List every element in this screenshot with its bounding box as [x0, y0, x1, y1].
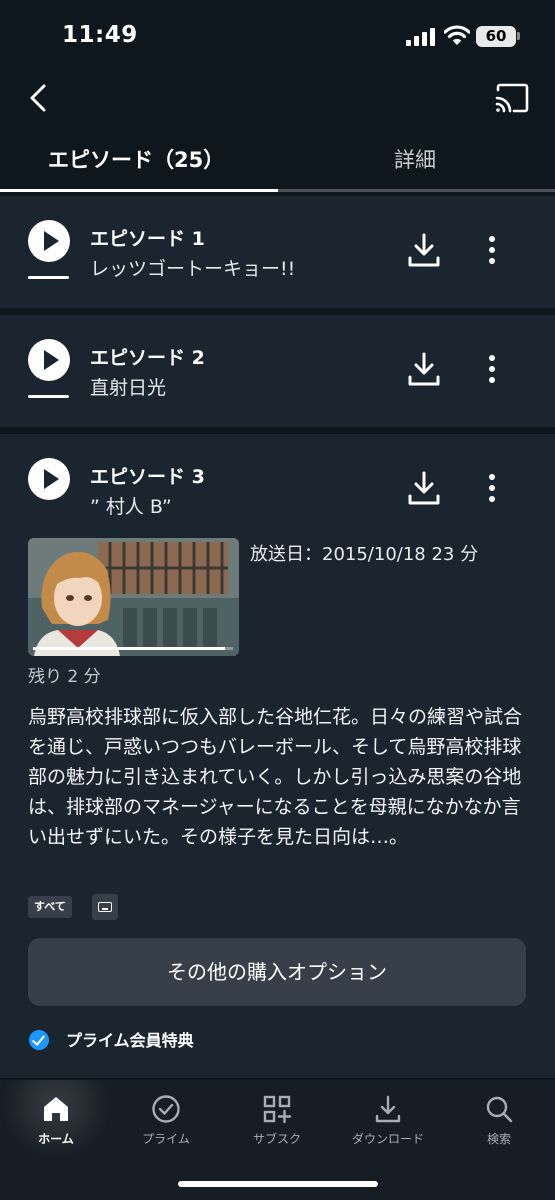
nav-label: 検索 [486, 1132, 511, 1146]
status-time: 11:49 [62, 22, 138, 48]
download-icon [375, 1095, 401, 1123]
episode-subtitle: 直射日光 [90, 377, 167, 399]
nav-subscriptions[interactable]: サブスク [227, 1094, 327, 1156]
cast-icon[interactable] [494, 82, 530, 114]
more-options-icon[interactable] [480, 472, 504, 504]
status-bar: 11:49 60 [0, 0, 555, 72]
episode-synopsis: 烏野高校排球部に仮入部した谷地仁花。日々の練習や試合を通じ、戸惑いつつもバレーボ… [28, 706, 523, 848]
download-icon[interactable] [406, 232, 442, 268]
thumbnail-progress-fill [33, 647, 225, 650]
time-remaining: 残り 2 分 [28, 667, 101, 687]
wifi-icon [444, 25, 470, 45]
tab-episodes[interactable]: エピソード（25） [48, 144, 224, 174]
check-circle-icon [152, 1095, 180, 1123]
download-icon[interactable] [406, 351, 442, 387]
tab-details[interactable]: 詳細 [394, 144, 436, 174]
back-chevron-icon[interactable] [22, 80, 58, 116]
home-indicator [178, 1181, 378, 1187]
more-purchase-options-button[interactable]: その他の購入オプション [28, 938, 526, 1006]
more-options-icon[interactable] [480, 353, 504, 385]
more-options-icon[interactable] [480, 234, 504, 266]
nav-label: サブスク [252, 1132, 301, 1146]
play-icon[interactable] [28, 220, 70, 262]
cellular-signal-icon [406, 28, 435, 46]
subtitles-icon [92, 894, 118, 920]
tab-bar: エピソード（25） 詳細 [0, 130, 555, 194]
episode-title: エピソード 1 [90, 228, 205, 250]
nav-label: ダウンロード [351, 1132, 424, 1146]
home-icon [44, 1097, 68, 1121]
battery-cap [517, 32, 520, 40]
episode-thumbnail[interactable] [28, 538, 239, 656]
episode-card[interactable]: エピソード 1 レッツゴートーキョー!! [0, 196, 555, 308]
search-icon [486, 1096, 513, 1123]
episode-card-expanded: エピソード 3 ” 村人 B” 放送日：2015/10/18 23 分 残り 2… [0, 434, 555, 1078]
nav-downloads[interactable]: ダウンロード [338, 1094, 438, 1156]
play-icon[interactable] [28, 458, 70, 500]
watch-progress-bar [28, 395, 69, 398]
play-icon[interactable] [28, 339, 70, 381]
battery-icon: 60 [476, 26, 516, 47]
nav-search[interactable]: 検索 [449, 1094, 549, 1156]
episode-card[interactable]: エピソード 2 直射日光 [0, 315, 555, 427]
episode-subtitle: レッツゴートーキョー!! [90, 258, 296, 280]
download-icon[interactable] [406, 470, 442, 506]
watch-progress-bar [28, 276, 69, 279]
tab-active-indicator [0, 189, 278, 192]
nav-home[interactable]: ホーム [6, 1094, 106, 1156]
rating-badge: すべて [28, 896, 72, 918]
episode-title: エピソード 2 [90, 347, 205, 369]
thumbnail-image [28, 538, 239, 656]
nav-prime[interactable]: プライム [116, 1094, 216, 1156]
prime-check-icon [29, 1030, 49, 1050]
air-date: 放送日：2015/10/18 23 分 [250, 544, 479, 565]
episode-title: エピソード 3 [90, 466, 205, 488]
nav-label: プライム [142, 1132, 190, 1146]
grid-plus-icon [263, 1095, 292, 1124]
prime-benefit-label: プライム会員特典 [66, 1031, 194, 1050]
episode-subtitle: ” 村人 B” [90, 496, 172, 518]
nav-label: ホーム [38, 1132, 74, 1146]
